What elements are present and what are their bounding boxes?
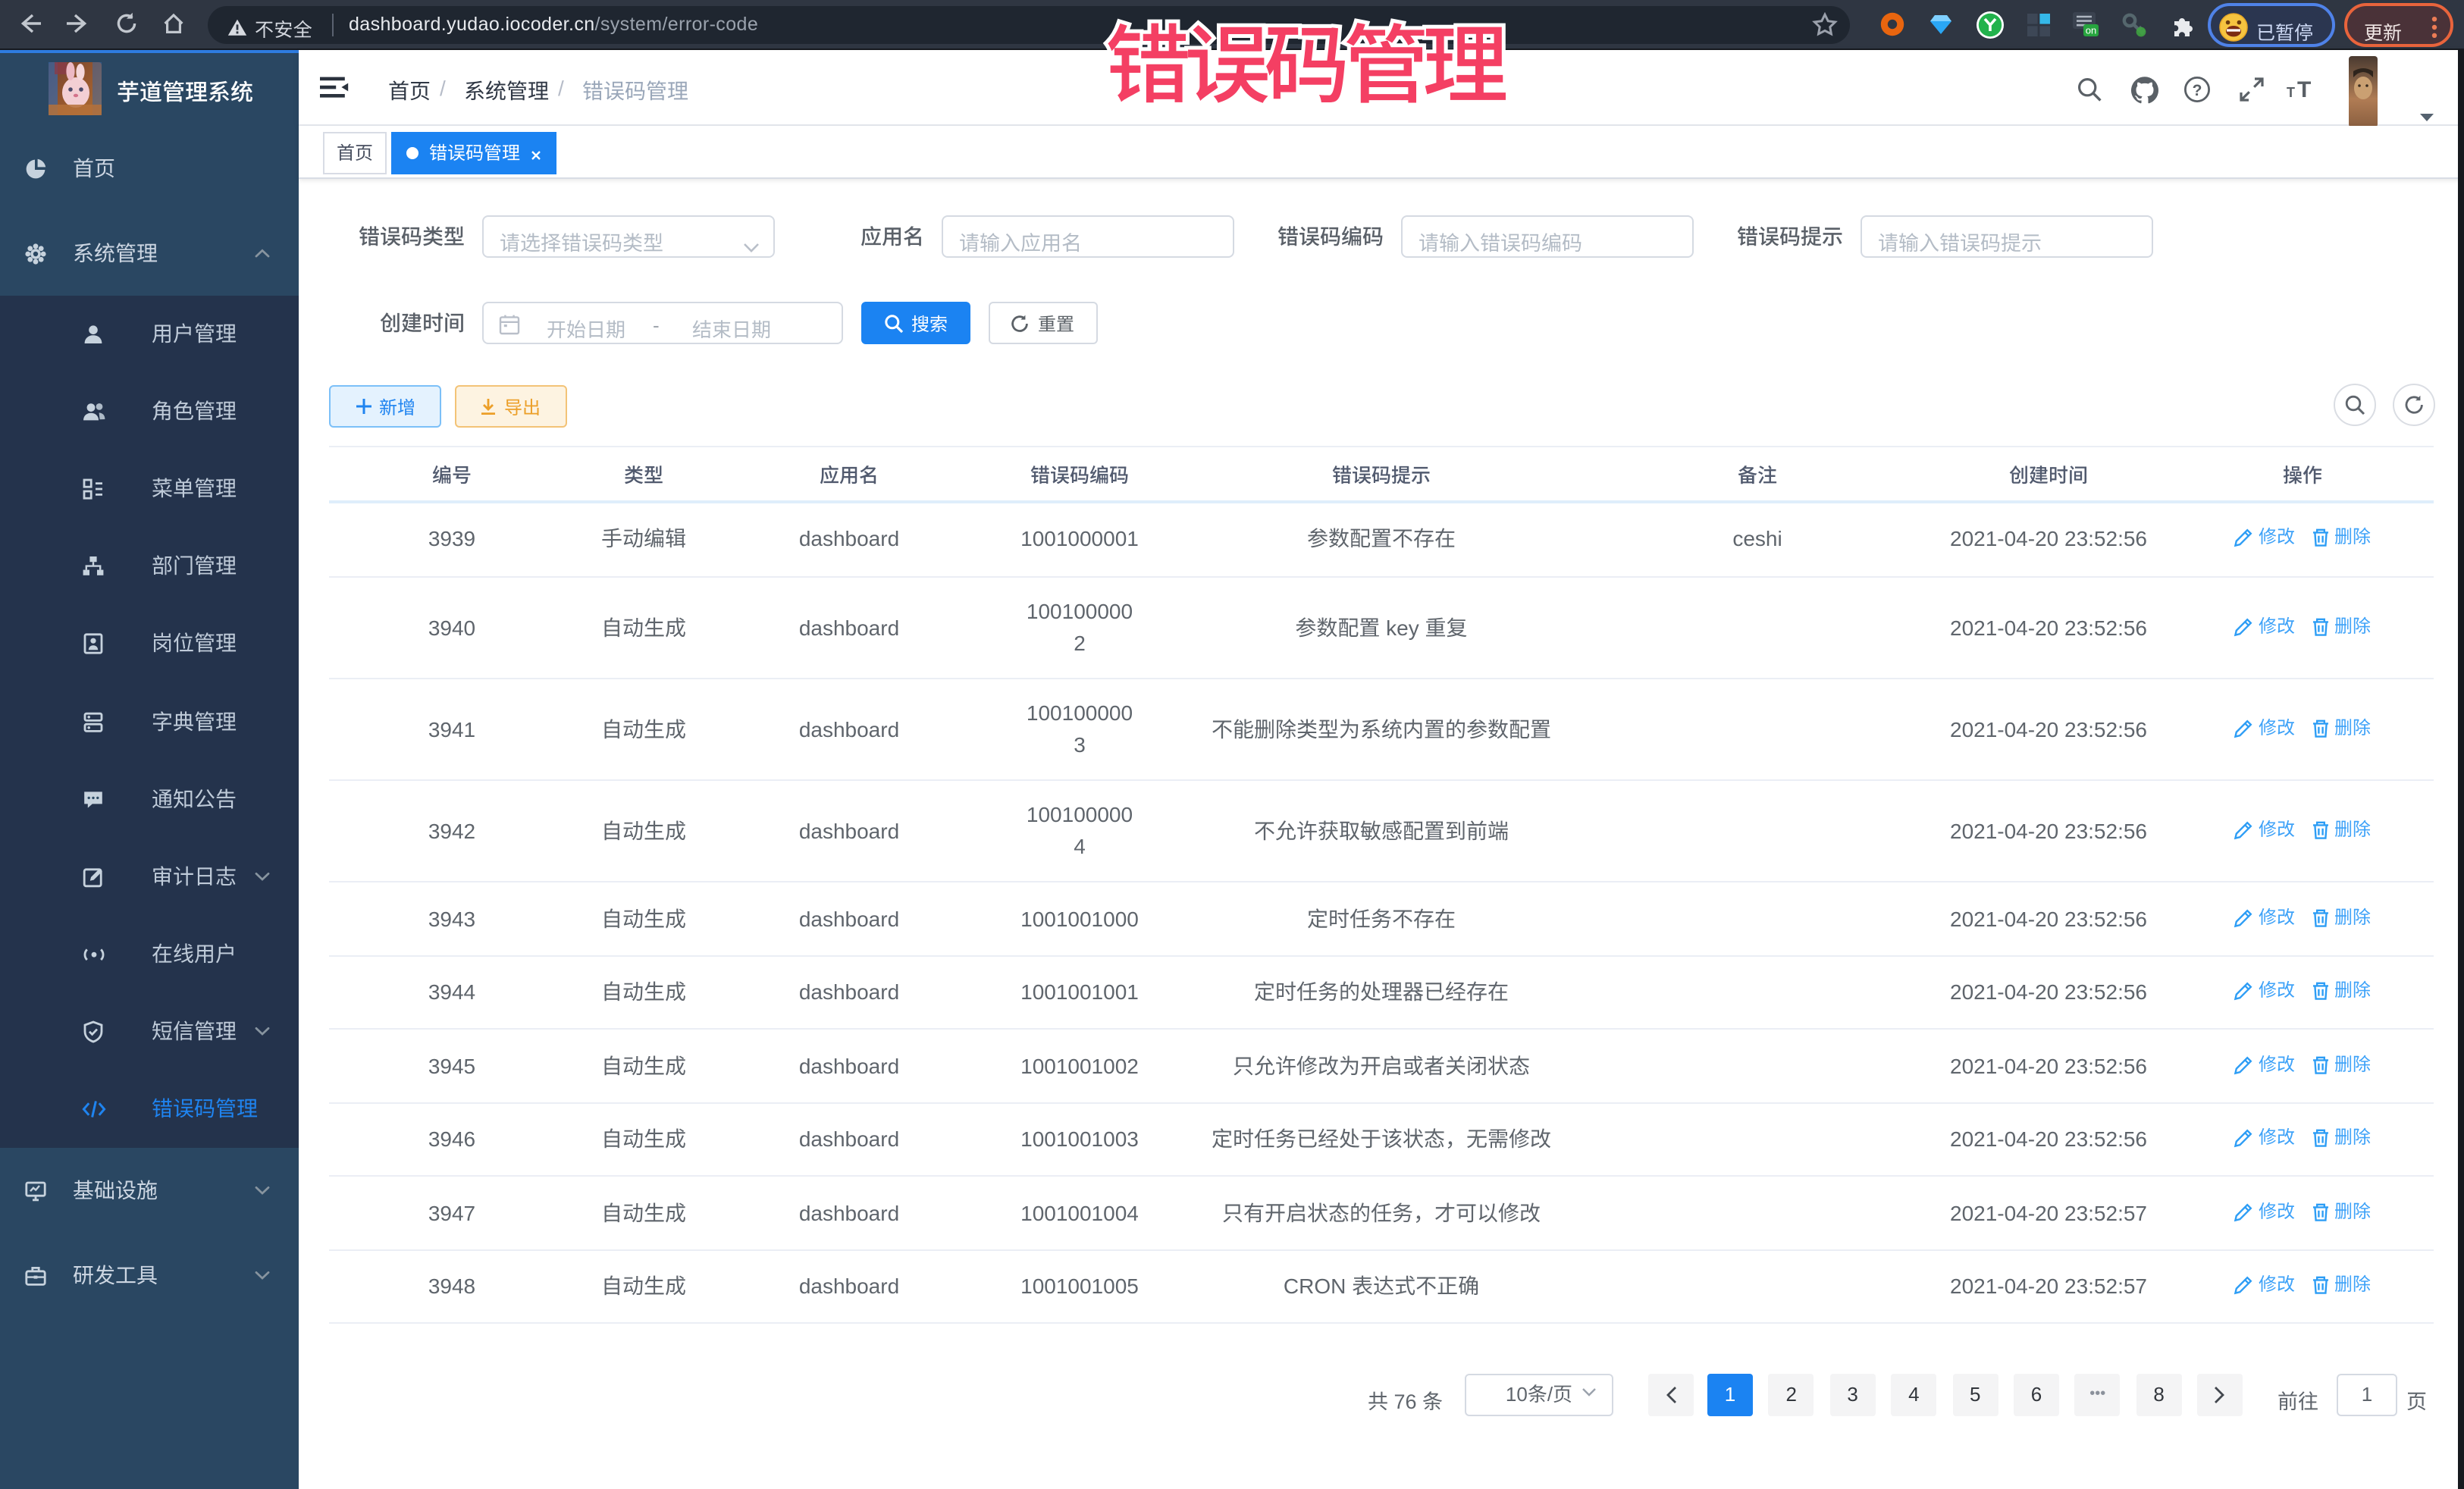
svg-text:T: T xyxy=(2297,77,2311,102)
svg-text:?: ? xyxy=(2193,82,2202,99)
svg-text:T: T xyxy=(2287,85,2295,100)
svg-text:on: on xyxy=(2086,24,2096,36)
